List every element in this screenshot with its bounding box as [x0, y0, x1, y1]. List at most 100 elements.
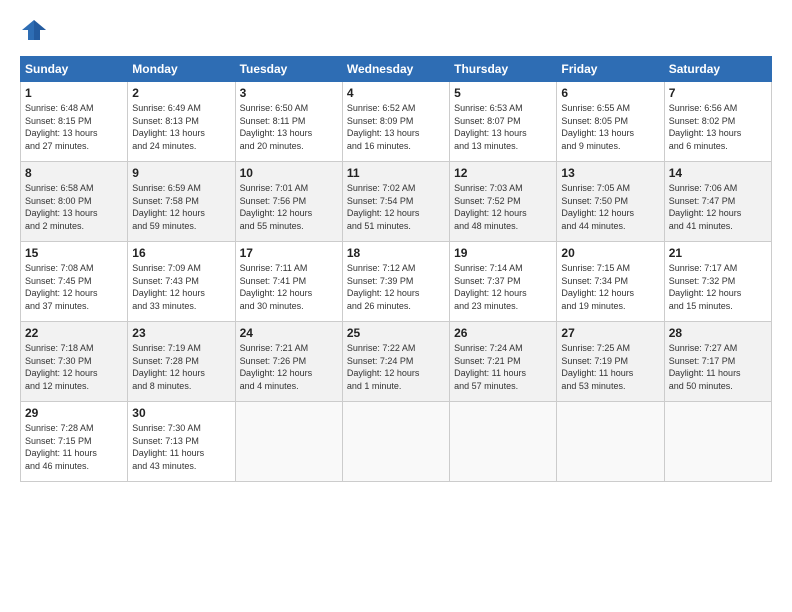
cell-info: Sunrise: 6:48 AM Sunset: 8:15 PM Dayligh… [25, 102, 123, 152]
cell-info: Sunrise: 7:21 AM Sunset: 7:26 PM Dayligh… [240, 342, 338, 392]
calendar-cell: 16 Sunrise: 7:09 AM Sunset: 7:43 PM Dayli… [128, 242, 235, 322]
calendar-cell: 23Sunrise: 7:19 AM Sunset: 7:28 PM Dayli… [128, 322, 235, 402]
calendar-cell [557, 402, 664, 482]
cell-info: Sunrise: 7:18 AM Sunset: 7:30 PM Dayligh… [25, 342, 123, 392]
day-number: 12 [454, 166, 552, 180]
day-number: 13 [561, 166, 659, 180]
calendar-cell: 7 Sunrise: 6:56 AM Sunset: 8:02 PM Daylig… [664, 82, 771, 162]
cell-info: Sunrise: 6:55 AM Sunset: 8:05 PM Dayligh… [561, 102, 659, 152]
day-number: 30 [132, 406, 230, 420]
cell-info: Sunrise: 7:24 AM Sunset: 7:21 PM Dayligh… [454, 342, 552, 392]
calendar-cell: 26 Sunrise: 7:24 AM Sunset: 7:21 PM Dayli… [450, 322, 557, 402]
day-number: 2 [132, 86, 230, 100]
calendar-cell: 9Sunrise: 6:59 AM Sunset: 7:58 PM Daylig… [128, 162, 235, 242]
calendar-cell: 25 Sunrise: 7:22 AM Sunset: 7:24 PM Dayli… [342, 322, 449, 402]
calendar-cell [342, 402, 449, 482]
cell-info: Sunrise: 6:58 AM Sunset: 8:00 PM Dayligh… [25, 182, 123, 232]
calendar-cell: 22 Sunrise: 7:18 AM Sunset: 7:30 PM Dayli… [21, 322, 128, 402]
cell-info: Sunrise: 7:14 AM Sunset: 7:37 PM Dayligh… [454, 262, 552, 312]
logo [20, 16, 52, 44]
week-row-3: 15Sunrise: 7:08 AM Sunset: 7:45 PM Dayli… [21, 242, 772, 322]
cell-info: Sunrise: 7:03 AM Sunset: 7:52 PM Dayligh… [454, 182, 552, 232]
day-number: 1 [25, 86, 123, 100]
calendar-cell: 30 Sunrise: 7:30 AM Sunset: 7:13 PM Dayli… [128, 402, 235, 482]
day-number: 3 [240, 86, 338, 100]
cell-info: Sunrise: 7:06 AM Sunset: 7:47 PM Dayligh… [669, 182, 767, 232]
day-number: 23 [132, 326, 230, 340]
calendar-cell [235, 402, 342, 482]
day-number: 10 [240, 166, 338, 180]
calendar-page: SundayMondayTuesdayWednesdayThursdayFrid… [0, 0, 792, 494]
day-number: 19 [454, 246, 552, 260]
header-row: SundayMondayTuesdayWednesdayThursdayFrid… [21, 57, 772, 82]
logo-icon [20, 16, 48, 44]
col-header-monday: Monday [128, 57, 235, 82]
calendar-cell: 17 Sunrise: 7:11 AM Sunset: 7:41 PM Dayli… [235, 242, 342, 322]
cell-info: Sunrise: 7:25 AM Sunset: 7:19 PM Dayligh… [561, 342, 659, 392]
col-header-thursday: Thursday [450, 57, 557, 82]
cell-info: Sunrise: 7:02 AM Sunset: 7:54 PM Dayligh… [347, 182, 445, 232]
calendar-cell: 19 Sunrise: 7:14 AM Sunset: 7:37 PM Dayli… [450, 242, 557, 322]
cell-info: Sunrise: 6:53 AM Sunset: 8:07 PM Dayligh… [454, 102, 552, 152]
day-number: 24 [240, 326, 338, 340]
cell-info: Sunrise: 6:50 AM Sunset: 8:11 PM Dayligh… [240, 102, 338, 152]
col-header-saturday: Saturday [664, 57, 771, 82]
cell-info: Sunrise: 7:08 AM Sunset: 7:45 PM Dayligh… [25, 262, 123, 312]
day-number: 4 [347, 86, 445, 100]
cell-info: Sunrise: 7:28 AM Sunset: 7:15 PM Dayligh… [25, 422, 123, 472]
cell-info: Sunrise: 7:22 AM Sunset: 7:24 PM Dayligh… [347, 342, 445, 392]
day-number: 16 [132, 246, 230, 260]
calendar-cell: 8 Sunrise: 6:58 AM Sunset: 8:00 PM Daylig… [21, 162, 128, 242]
week-row-4: 22 Sunrise: 7:18 AM Sunset: 7:30 PM Dayli… [21, 322, 772, 402]
cell-info: Sunrise: 6:59 AM Sunset: 7:58 PM Dayligh… [132, 182, 230, 232]
day-number: 20 [561, 246, 659, 260]
calendar-cell [450, 402, 557, 482]
calendar-cell: 18 Sunrise: 7:12 AM Sunset: 7:39 PM Dayli… [342, 242, 449, 322]
calendar-cell: 24 Sunrise: 7:21 AM Sunset: 7:26 PM Dayli… [235, 322, 342, 402]
day-number: 22 [25, 326, 123, 340]
cell-info: Sunrise: 7:05 AM Sunset: 7:50 PM Dayligh… [561, 182, 659, 232]
day-number: 29 [25, 406, 123, 420]
cell-info: Sunrise: 6:56 AM Sunset: 8:02 PM Dayligh… [669, 102, 767, 152]
cell-info: Sunrise: 7:12 AM Sunset: 7:39 PM Dayligh… [347, 262, 445, 312]
cell-info: Sunrise: 7:09 AM Sunset: 7:43 PM Dayligh… [132, 262, 230, 312]
calendar-table: SundayMondayTuesdayWednesdayThursdayFrid… [20, 56, 772, 482]
week-row-2: 8 Sunrise: 6:58 AM Sunset: 8:00 PM Daylig… [21, 162, 772, 242]
header [20, 16, 772, 44]
day-number: 26 [454, 326, 552, 340]
calendar-cell: 1 Sunrise: 6:48 AM Sunset: 8:15 PM Daylig… [21, 82, 128, 162]
col-header-wednesday: Wednesday [342, 57, 449, 82]
day-number: 5 [454, 86, 552, 100]
calendar-cell: 14 Sunrise: 7:06 AM Sunset: 7:47 PM Dayli… [664, 162, 771, 242]
calendar-cell: 4 Sunrise: 6:52 AM Sunset: 8:09 PM Daylig… [342, 82, 449, 162]
day-number: 6 [561, 86, 659, 100]
calendar-cell: 28 Sunrise: 7:27 AM Sunset: 7:17 PM Dayli… [664, 322, 771, 402]
calendar-cell: 12 Sunrise: 7:03 AM Sunset: 7:52 PM Dayli… [450, 162, 557, 242]
calendar-cell: 5 Sunrise: 6:53 AM Sunset: 8:07 PM Daylig… [450, 82, 557, 162]
cell-info: Sunrise: 6:52 AM Sunset: 8:09 PM Dayligh… [347, 102, 445, 152]
calendar-cell [664, 402, 771, 482]
calendar-cell: 29 Sunrise: 7:28 AM Sunset: 7:15 PM Dayli… [21, 402, 128, 482]
day-number: 25 [347, 326, 445, 340]
day-number: 7 [669, 86, 767, 100]
day-number: 17 [240, 246, 338, 260]
day-number: 28 [669, 326, 767, 340]
day-number: 18 [347, 246, 445, 260]
day-number: 27 [561, 326, 659, 340]
cell-info: Sunrise: 7:11 AM Sunset: 7:41 PM Dayligh… [240, 262, 338, 312]
cell-info: Sunrise: 7:17 AM Sunset: 7:32 PM Dayligh… [669, 262, 767, 312]
cell-info: Sunrise: 7:01 AM Sunset: 7:56 PM Dayligh… [240, 182, 338, 232]
day-number: 11 [347, 166, 445, 180]
cell-info: Sunrise: 7:27 AM Sunset: 7:17 PM Dayligh… [669, 342, 767, 392]
day-number: 8 [25, 166, 123, 180]
calendar-cell: 3 Sunrise: 6:50 AM Sunset: 8:11 PM Daylig… [235, 82, 342, 162]
cell-info: Sunrise: 6:49 AM Sunset: 8:13 PM Dayligh… [132, 102, 230, 152]
week-row-5: 29 Sunrise: 7:28 AM Sunset: 7:15 PM Dayli… [21, 402, 772, 482]
calendar-cell: 15Sunrise: 7:08 AM Sunset: 7:45 PM Dayli… [21, 242, 128, 322]
day-number: 14 [669, 166, 767, 180]
calendar-cell: 6 Sunrise: 6:55 AM Sunset: 8:05 PM Daylig… [557, 82, 664, 162]
calendar-cell: 27 Sunrise: 7:25 AM Sunset: 7:19 PM Dayli… [557, 322, 664, 402]
calendar-cell: 13 Sunrise: 7:05 AM Sunset: 7:50 PM Dayli… [557, 162, 664, 242]
cell-info: Sunrise: 7:30 AM Sunset: 7:13 PM Dayligh… [132, 422, 230, 472]
calendar-cell: 21Sunrise: 7:17 AM Sunset: 7:32 PM Dayli… [664, 242, 771, 322]
